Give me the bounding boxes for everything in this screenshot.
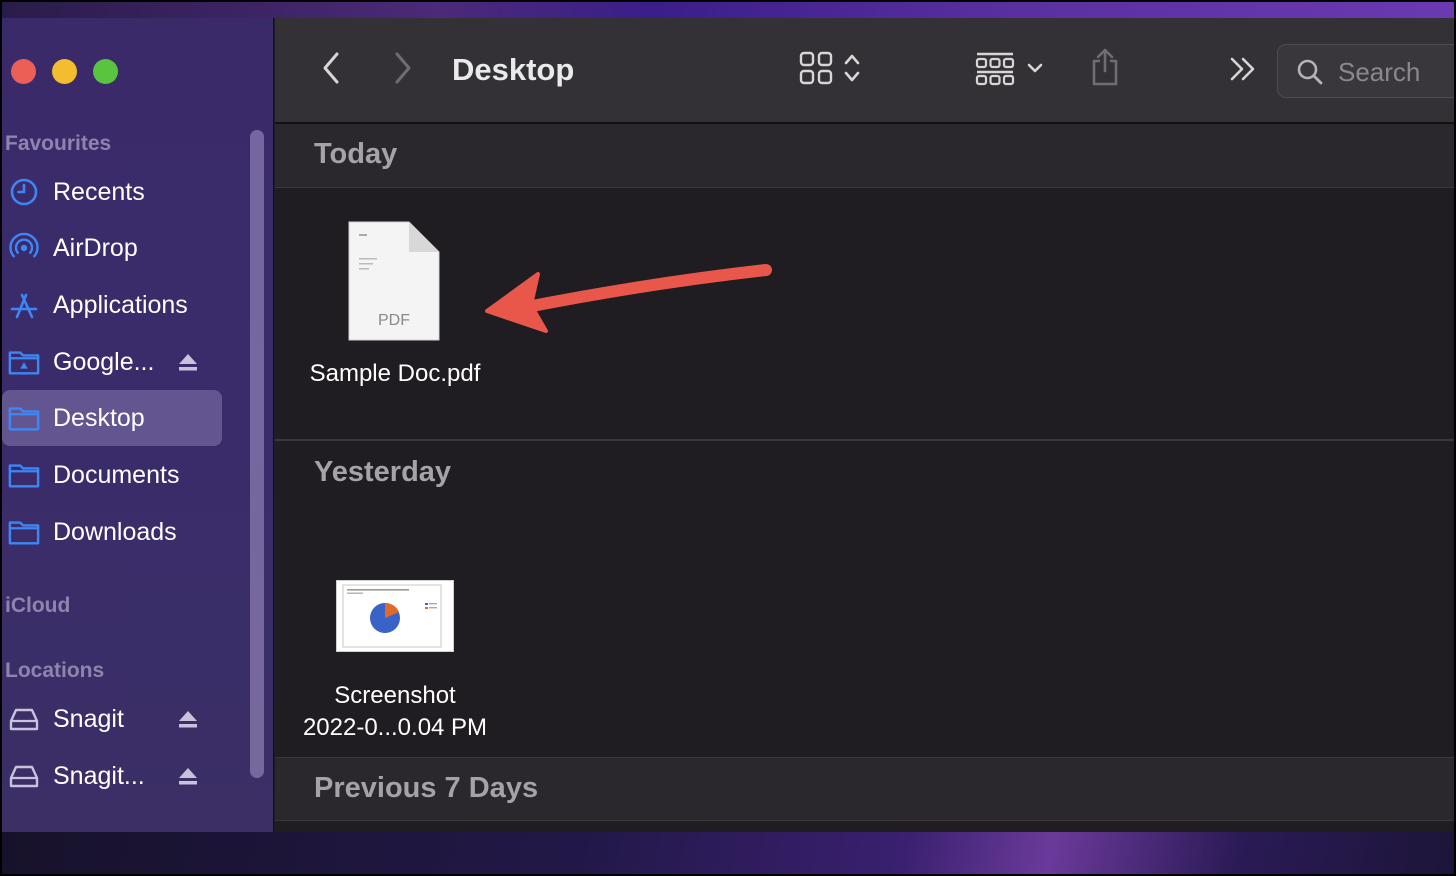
- sidebar-item-label: Downloads: [53, 517, 177, 546]
- sidebar-item-label: Desktop: [53, 403, 145, 432]
- group-by-button[interactable]: [971, 48, 1047, 92]
- sidebar-section-locations: Locations: [5, 659, 105, 682]
- sidebar-item-snagit[interactable]: Snagit: [2, 691, 222, 747]
- sidebar-section-icloud: iCloud: [5, 594, 71, 617]
- desktop-wallpaper-bottom: [0, 832, 1456, 876]
- sidebar-item-applications[interactable]: Applications: [2, 277, 222, 333]
- folder-icon: [8, 516, 40, 548]
- sidebar-item-recents[interactable]: Recents: [2, 164, 222, 220]
- airdrop-icon: [8, 232, 40, 264]
- back-button[interactable]: [313, 50, 349, 90]
- view-options-button[interactable]: [793, 48, 867, 92]
- desktop-wallpaper-top: [0, 0, 1456, 18]
- sidebar-item-desktop[interactable]: Desktop: [2, 390, 222, 446]
- group-header-previous-7-days: Previous 7 Days: [275, 757, 1456, 821]
- sidebar-item-label: Applications: [53, 290, 188, 319]
- more-toolbar-items-button[interactable]: [1223, 52, 1263, 90]
- group-header-label: Yesterday: [314, 456, 452, 488]
- chevron-down-icon: [1027, 61, 1043, 79]
- icon-grid-view-icon: [799, 51, 833, 90]
- eject-icon[interactable]: [177, 351, 199, 373]
- sidebar-item-google-drive[interactable]: Google...: [2, 334, 222, 390]
- file-browser: Today PDF Sample Doc.pdf Yesterday Scree…: [275, 124, 1456, 832]
- folder-icon: [8, 402, 40, 434]
- file-item-screenshot[interactable]: Screenshot 2022-0...0.04 PM: [275, 562, 515, 752]
- search-input[interactable]: [1338, 57, 1456, 87]
- sidebar-item-airdrop[interactable]: AirDrop: [2, 220, 222, 276]
- sidebar-item-label: Snagit: [53, 704, 124, 733]
- forward-button[interactable]: [385, 50, 421, 90]
- group-divider: [275, 439, 1456, 441]
- google-drive-folder-icon: [8, 346, 40, 378]
- toolbar: Desktop: [275, 18, 1456, 124]
- zoom-window-button[interactable]: [93, 59, 118, 84]
- group-header-label: Previous 7 Days: [314, 772, 539, 804]
- applications-icon: [8, 289, 40, 321]
- group-header-today: Today: [275, 124, 1456, 188]
- drive-icon: [8, 703, 40, 735]
- drive-icon: [8, 760, 40, 792]
- chevron-left-icon: [321, 51, 341, 90]
- share-button[interactable]: [1085, 46, 1125, 92]
- minimize-window-button[interactable]: [52, 59, 77, 84]
- sidebar-scrollbar[interactable]: [250, 130, 264, 778]
- clock-icon: [8, 176, 40, 208]
- window-title: Desktop: [452, 52, 575, 87]
- sidebar-item-downloads[interactable]: Downloads: [2, 504, 222, 560]
- pdf-file-icon: PDF: [347, 220, 441, 342]
- file-name: Sample Doc.pdf: [309, 360, 481, 387]
- file-type-label: PDF: [378, 312, 410, 329]
- file-item-sample-doc[interactable]: PDF Sample Doc.pdf: [275, 220, 515, 400]
- group-header-label: Today: [314, 138, 398, 170]
- group-by-icon: [975, 50, 1015, 91]
- sidebar-section-favourites: Favourites: [5, 132, 112, 155]
- search-icon: [1296, 58, 1324, 91]
- sidebar-item-documents[interactable]: Documents: [2, 447, 222, 503]
- double-chevron-right-icon: [1229, 56, 1257, 87]
- file-name-line2: 2022-0...0.04 PM: [302, 714, 488, 741]
- finder-window: Favourites Recents AirDrop Applications …: [2, 18, 1456, 832]
- share-icon: [1089, 47, 1121, 92]
- folder-icon: [8, 459, 40, 491]
- sidebar-item-label: Snagit...: [53, 761, 145, 790]
- sidebar-item-label: Google...: [53, 347, 155, 376]
- screenshot-thumbnail: [336, 580, 454, 652]
- chevron-right-icon: [393, 51, 413, 90]
- sidebar-item-snagit-2[interactable]: Snagit...: [2, 748, 222, 804]
- eject-icon[interactable]: [177, 708, 199, 730]
- file-name-line1: Screenshot: [334, 682, 456, 709]
- sidebar-item-label: Recents: [53, 177, 145, 206]
- sidebar: Favourites Recents AirDrop Applications …: [2, 18, 274, 832]
- close-window-button[interactable]: [11, 59, 36, 84]
- group-header-yesterday: Yesterday: [275, 442, 1456, 506]
- chevron-up-down-icon: [843, 52, 861, 89]
- eject-icon[interactable]: [177, 765, 199, 787]
- sidebar-item-label: AirDrop: [53, 233, 138, 262]
- search-field[interactable]: [1277, 44, 1456, 98]
- sidebar-item-label: Documents: [53, 460, 180, 489]
